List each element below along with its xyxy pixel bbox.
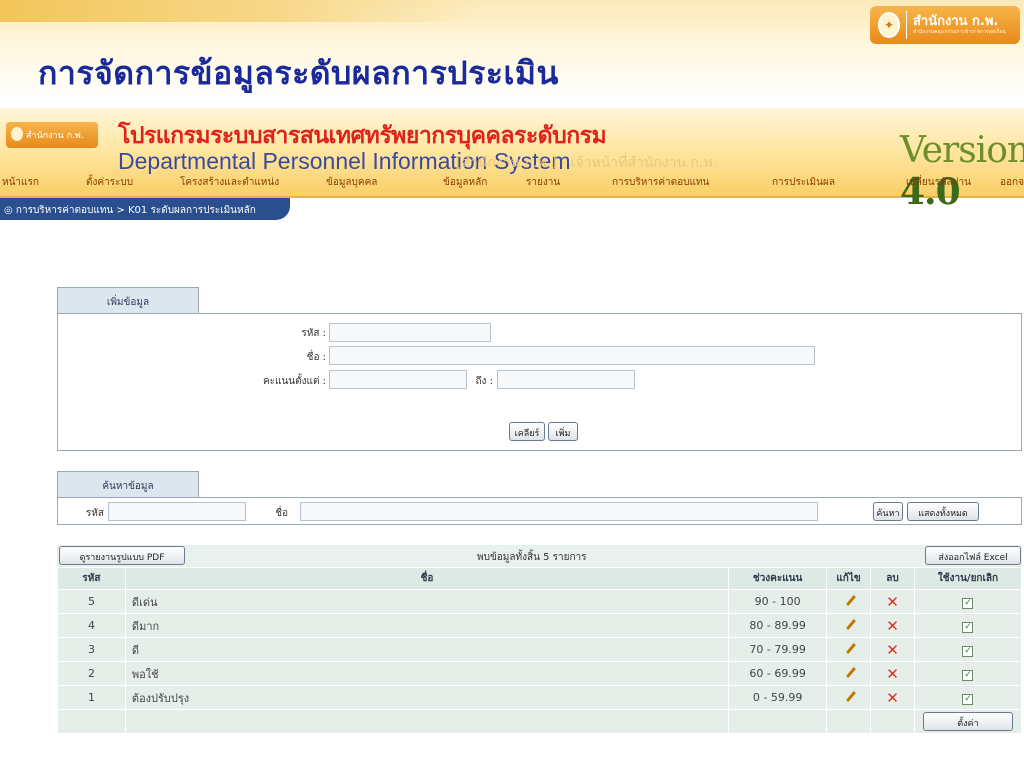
slide-title: การจัดการข้อมูลระดับผลการประเมิน xyxy=(38,54,559,92)
save-settings-button[interactable]: ตั้งค่า xyxy=(922,712,1013,731)
emblem-icon: ✦ xyxy=(878,12,900,38)
banner-logo: สำนักงาน ก.พ. xyxy=(6,122,98,148)
ocsc-logo: ✦ สำนักงาน ก.พ. สำนักงานคณะกรรมการข้าราชก… xyxy=(870,6,1020,44)
active-checkbox[interactable]: ✓ xyxy=(962,597,974,609)
export-excel-button[interactable]: ส่งออกไฟล์ Excel xyxy=(925,546,1021,565)
pencil-icon[interactable] xyxy=(842,593,856,607)
table-footer-row: ตั้งค่า xyxy=(57,709,1023,734)
col-code: รหัส xyxy=(57,567,126,590)
active-checkbox[interactable]: ✓ xyxy=(962,645,974,657)
pencil-icon[interactable] xyxy=(842,689,856,703)
search-button[interactable]: ค้นหา xyxy=(873,502,903,521)
menu-change-password[interactable]: เปลี่ยนรหัสผ่าน xyxy=(906,175,971,190)
table-row: 1 ต้องปรับปรุง 0 - 59.99 ✕ ✓ xyxy=(57,685,1023,710)
active-checkbox[interactable]: ✓ xyxy=(962,621,974,633)
code-input[interactable] xyxy=(329,323,491,342)
breadcrumb: ◎ การบริหารค่าตอบแทน > K01 ระดับผลการประ… xyxy=(0,198,290,220)
menu-evaluation[interactable]: การประเมินผล xyxy=(772,175,835,190)
search-name-input[interactable] xyxy=(300,502,818,521)
score-to-input[interactable] xyxy=(497,370,635,389)
search-name-label: ชื่อ xyxy=(275,508,288,519)
menu-settings[interactable]: ตั้งค่าระบบ xyxy=(86,175,133,190)
search-code-label: รหัส xyxy=(85,508,104,519)
pencil-icon[interactable] xyxy=(842,665,856,679)
name-input[interactable] xyxy=(329,346,815,365)
delete-icon[interactable]: ✕ xyxy=(886,689,899,707)
table-row: 2 พอใช้ 60 - 69.99 ✕ ✓ xyxy=(57,661,1023,686)
name-label: ชื่อ : xyxy=(306,352,326,363)
main-menu: หน้าแรก ตั้งค่าระบบ โครงสร้างและตำแหน่ง … xyxy=(0,168,1024,194)
pencil-icon[interactable] xyxy=(842,617,856,631)
logo-text: สำนักงาน ก.พ. xyxy=(913,13,999,29)
menu-logout[interactable]: ออกจ xyxy=(1000,175,1024,190)
table-row: 4 ดีมาก 80 - 89.99 ✕ ✓ xyxy=(57,613,1023,638)
table-toolbar: ดูรายงานรูปแบบ PDF พบข้อมูลทั้งสิ้น 5 รา… xyxy=(57,545,1022,567)
col-delete: ลบ xyxy=(870,567,915,590)
active-checkbox[interactable]: ✓ xyxy=(962,669,974,681)
tab-add: เพิ่มข้อมูล xyxy=(57,287,199,313)
result-count: พบข้อมูลทั้งสิ้น 5 รายการ xyxy=(477,552,587,563)
menu-compensation[interactable]: การบริหารค่าตอบแทน xyxy=(612,175,709,190)
menu-personnel[interactable]: ข้อมูลบุคคล xyxy=(326,175,377,190)
tab-search: ค้นหาข้อมูล xyxy=(57,471,199,497)
clear-button[interactable]: เคลียร์ xyxy=(509,422,545,441)
search-code-input[interactable] xyxy=(108,502,246,521)
results-table: รหัส ชื่อ ช่วงคะแนน แก้ไข ลบ ใช้งาน/ยกเล… xyxy=(57,567,1023,734)
delete-icon[interactable]: ✕ xyxy=(886,617,899,635)
menu-structure[interactable]: โครงสร้างและตำแหน่ง xyxy=(180,175,279,190)
menu-master-data[interactable]: ข้อมูลหลัก xyxy=(443,175,487,190)
search-panel: รหัส ชื่อ ค้นหา แสดงทั้งหมด xyxy=(57,497,1022,525)
col-range: ช่วงคะแนน xyxy=(728,567,828,590)
score-from-input[interactable] xyxy=(329,370,467,389)
col-edit: แก้ไข xyxy=(826,567,872,590)
score-to-label: ถึง : xyxy=(475,376,494,387)
menu-home[interactable]: หน้าแรก xyxy=(2,175,39,190)
add-panel: รหัส : ชื่อ : คะแนนตั้งแต่ : ถึง : เคลีย… xyxy=(57,313,1022,451)
show-all-button[interactable]: แสดงทั้งหมด xyxy=(907,502,979,521)
table-row: 5 ดีเด่น 90 - 100 ✕ ✓ xyxy=(57,589,1023,614)
score-from-label: คะแนนตั้งแต่ : xyxy=(262,376,326,387)
code-label: รหัส : xyxy=(301,328,326,339)
table-row: 3 ดี 70 - 79.99 ✕ ✓ xyxy=(57,637,1023,662)
delete-icon[interactable]: ✕ xyxy=(886,593,899,611)
col-name: ชื่อ xyxy=(124,567,730,590)
pdf-report-button[interactable]: ดูรายงานรูปแบบ PDF xyxy=(59,546,185,565)
add-button[interactable]: เพิ่ม xyxy=(548,422,578,441)
col-active: ใช้งาน/ยกเลิก xyxy=(913,567,1023,590)
delete-icon[interactable]: ✕ xyxy=(886,641,899,659)
active-checkbox[interactable]: ✓ xyxy=(962,693,974,705)
menu-reports[interactable]: รายงาน xyxy=(526,175,560,190)
pencil-icon[interactable] xyxy=(842,641,856,655)
delete-icon[interactable]: ✕ xyxy=(886,665,899,683)
